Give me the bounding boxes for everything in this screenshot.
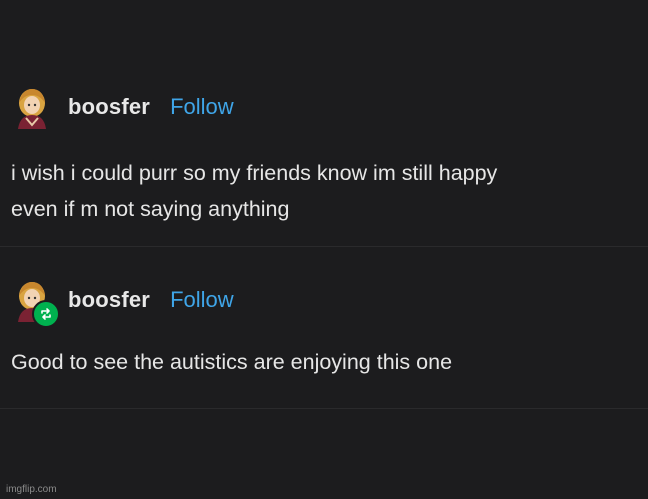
username[interactable]: boosfer — [68, 287, 150, 313]
reblog-badge — [32, 300, 60, 328]
watermark: imgflip.com — [6, 484, 57, 495]
reblog-icon — [41, 308, 51, 320]
avatar[interactable] — [10, 85, 54, 129]
post-header: boosfer Follow — [10, 85, 234, 129]
post-text: i wish i could purr so my friends know i… — [11, 155, 641, 227]
username[interactable]: boosfer — [68, 94, 150, 120]
post-header: boosfer Follow — [10, 278, 234, 328]
divider — [0, 246, 648, 247]
follow-button[interactable]: Follow — [170, 94, 234, 120]
post-text: Good to see the autistics are enjoying t… — [11, 344, 641, 380]
avatar[interactable] — [10, 278, 60, 328]
post-text-line: i wish i could purr so my friends know i… — [11, 161, 498, 185]
post-text-line: even if m not saying anything — [11, 197, 290, 221]
divider — [0, 408, 648, 409]
avatar-icon — [18, 89, 46, 129]
follow-button[interactable]: Follow — [170, 287, 234, 313]
post-text-line: Good to see the autistics are enjoying t… — [11, 350, 453, 374]
